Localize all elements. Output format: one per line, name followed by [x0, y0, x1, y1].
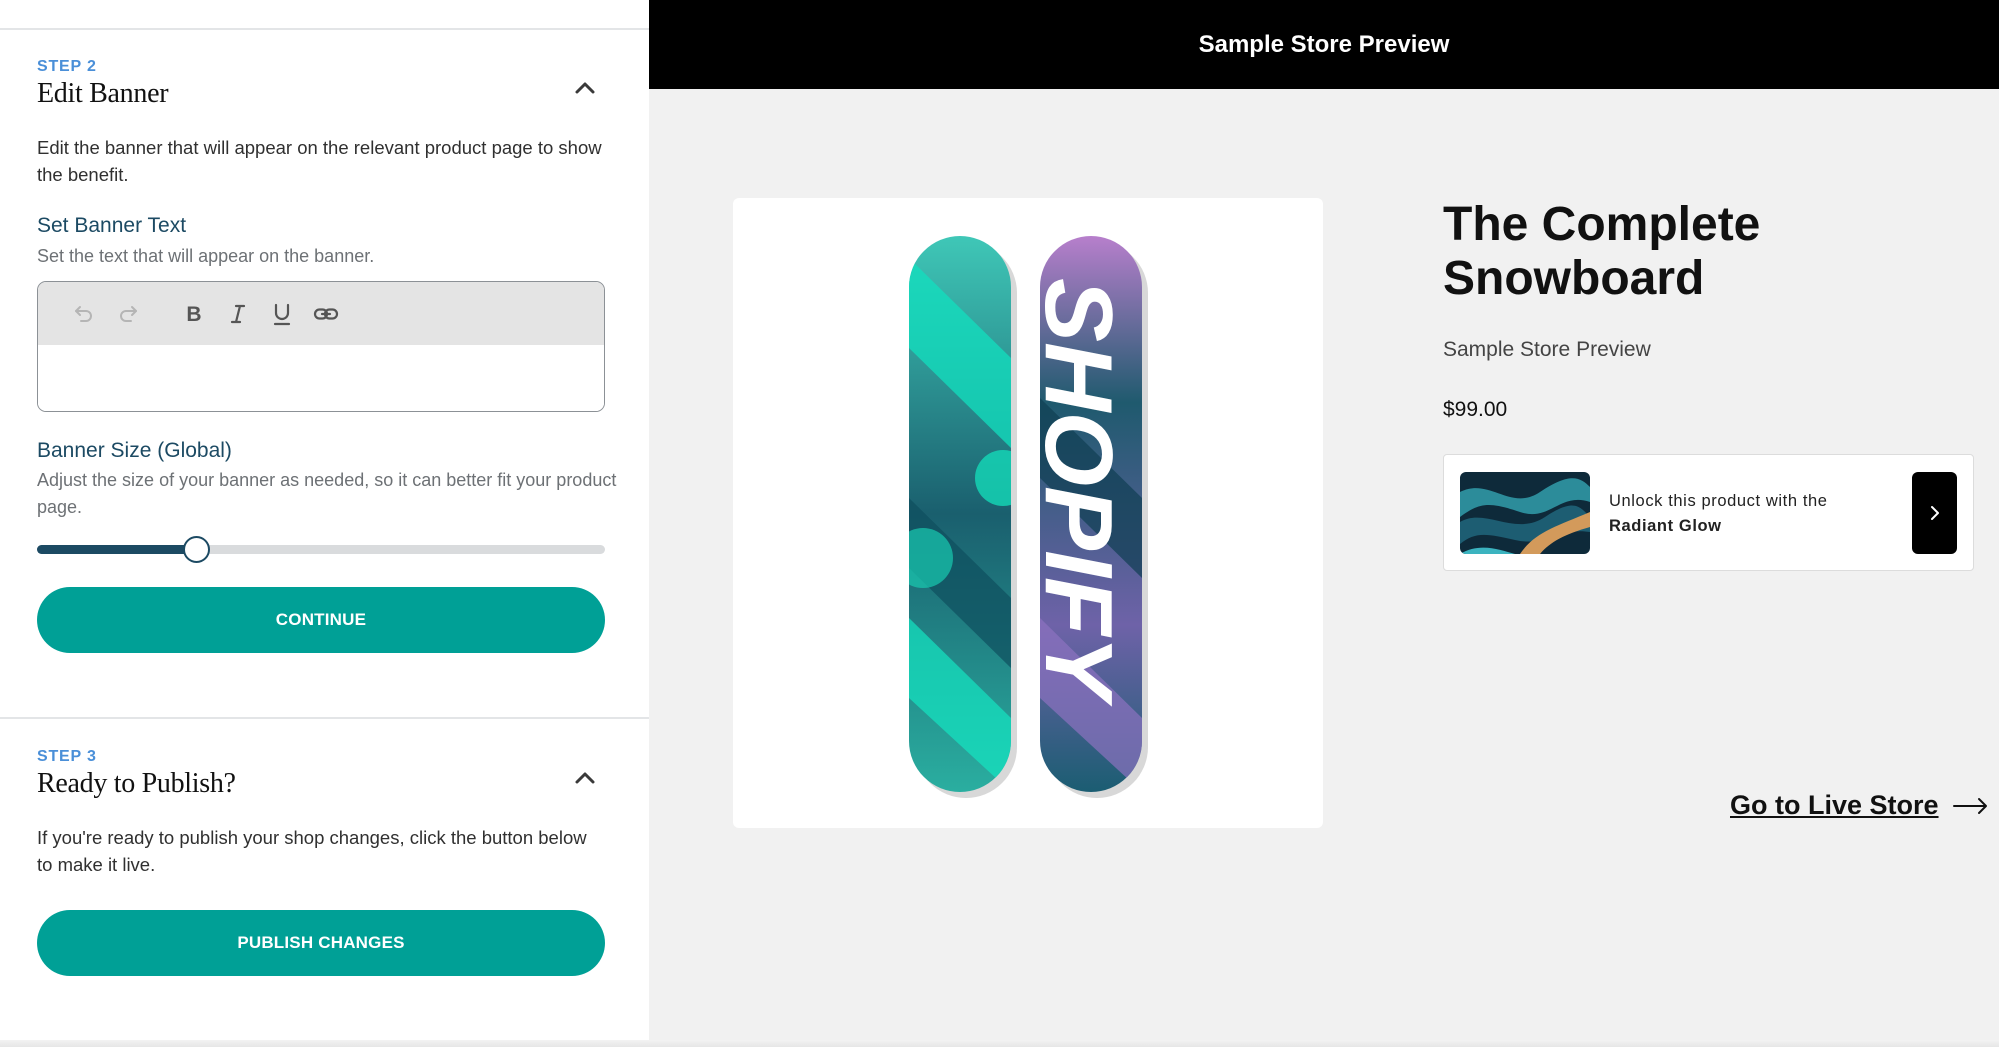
- product-title: The Complete Snowboard: [1443, 198, 1761, 305]
- section-divider: [0, 717, 649, 719]
- go-to-live-store-link[interactable]: Go to Live Store: [1730, 790, 1989, 821]
- editor-toolbar: B: [38, 282, 604, 345]
- svg-text:B: B: [186, 303, 201, 326]
- undo-icon: [75, 305, 92, 322]
- link-button[interactable]: [304, 294, 348, 334]
- collapse-step3-button[interactable]: [565, 763, 605, 793]
- board-graphic-text: SHOPIFY: [1025, 278, 1132, 707]
- redo-icon: [120, 305, 137, 322]
- link-icon: [313, 307, 339, 320]
- settings-panel: STEP 2 Edit Banner Edit the banner that …: [0, 0, 649, 1047]
- step3-description: If you're ready to publish your shop cha…: [37, 827, 587, 875]
- step3-label: STEP 3: [37, 748, 97, 765]
- top-divider: [0, 28, 649, 30]
- step2-description: Edit the banner that will appear on the …: [37, 137, 602, 185]
- italic-button[interactable]: [216, 294, 260, 334]
- bottom-edge: [0, 1040, 1999, 1047]
- slider-thumb[interactable]: [183, 536, 210, 563]
- underline-button[interactable]: [260, 294, 304, 334]
- banner-message: Unlock this product with the Radiant Glo…: [1609, 489, 1859, 539]
- product-image: SHOPIFY: [733, 198, 1323, 828]
- arrow-right-icon: [1952, 797, 1987, 814]
- snowboard-image: SHOPIFY: [909, 236, 1148, 798]
- banner-size-help: Adjust the size of your banner as needed…: [37, 470, 617, 517]
- underline-icon: [273, 303, 291, 325]
- banner-text-title: Set Banner Text: [37, 214, 187, 237]
- step2-title: Edit Banner: [37, 78, 169, 109]
- banner-text-help: Set the text that will appear on the ban…: [37, 246, 375, 266]
- chevron-right-icon: [1930, 506, 1939, 520]
- banner-text-prefix: Unlock this product with the: [1609, 492, 1828, 510]
- slider-fill: [37, 545, 196, 554]
- banner-text-editor: B: [37, 281, 605, 412]
- banner-text-highlight: Radiant Glow: [1609, 517, 1722, 535]
- banner-thumbnail: [1460, 472, 1590, 554]
- redo-button[interactable]: [106, 294, 150, 334]
- bold-icon: B: [186, 303, 201, 326]
- step2-label: STEP 2: [37, 58, 97, 75]
- undo-button[interactable]: [62, 294, 106, 334]
- store-preview: Sample Store Preview SHOPIFY The Complet…: [649, 0, 1999, 1047]
- banner-arrow-button[interactable]: [1912, 472, 1957, 554]
- product-price: $99.00: [1443, 398, 1508, 421]
- banner-size-slider[interactable]: [37, 536, 605, 563]
- preview-header-title: Sample Store Preview: [649, 0, 1999, 89]
- banner-size-title: Banner Size (Global): [37, 439, 232, 462]
- product-vendor: Sample Store Preview: [1443, 338, 1651, 361]
- live-store-label: Go to Live Store: [1730, 790, 1939, 820]
- banner-text-input[interactable]: [38, 345, 604, 411]
- publish-changes-button[interactable]: PUBLISH CHANGES: [37, 910, 605, 976]
- continue-button[interactable]: CONTINUE: [37, 587, 605, 653]
- chevron-up-icon: [575, 772, 595, 784]
- step3-title: Ready to Publish?: [37, 768, 236, 799]
- chevron-up-icon: [575, 82, 595, 94]
- italic-icon: [230, 304, 246, 323]
- collapse-step2-button[interactable]: [565, 73, 605, 103]
- bold-button[interactable]: B: [172, 294, 216, 334]
- unlock-banner[interactable]: Unlock this product with the Radiant Glo…: [1443, 454, 1974, 571]
